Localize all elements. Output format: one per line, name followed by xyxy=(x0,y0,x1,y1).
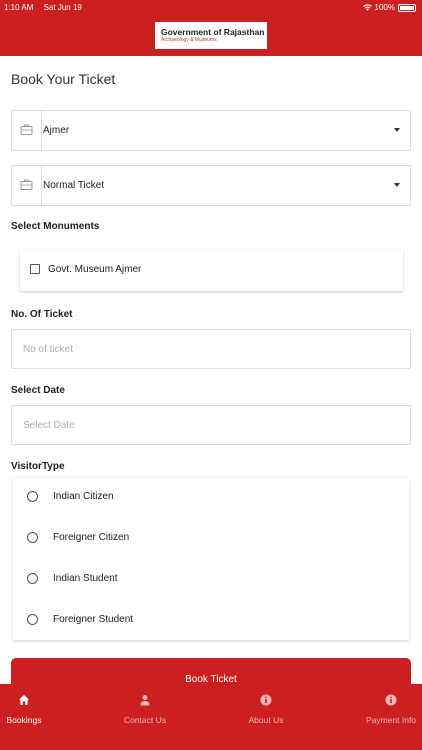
wifi-icon xyxy=(362,4,372,11)
radio-button[interactable] xyxy=(27,614,38,625)
tab-contact-us[interactable]: Contact Us xyxy=(110,684,180,750)
monument-label: Govt. Museum Ajmer xyxy=(48,264,142,275)
date-label: Select Date xyxy=(11,385,65,396)
tab-label: Payment Info xyxy=(365,715,417,725)
battery-percent: 100% xyxy=(374,3,395,12)
tab-label: Contact Us xyxy=(123,715,167,725)
logo-title: Government of Rajasthan xyxy=(161,26,265,37)
radio-button[interactable] xyxy=(27,491,38,502)
bag-icon xyxy=(20,124,33,135)
select-divider xyxy=(41,111,42,150)
radio-option-indian-student[interactable]: Indian Student xyxy=(13,560,409,600)
radio-label: Foreigner Student xyxy=(53,614,134,625)
bag-icon xyxy=(20,179,33,190)
ticket-type-select[interactable]: Normal Ticket xyxy=(11,165,411,206)
visitor-type-radio-group: Indian Citizen Foreigner Citizen Indian … xyxy=(13,478,409,640)
radio-button[interactable] xyxy=(27,573,38,584)
tab-about-us[interactable]: About Us xyxy=(236,684,296,750)
person-icon xyxy=(140,695,150,706)
radio-option-foreigner-citizen[interactable]: Foreigner Citizen xyxy=(13,519,409,559)
radio-label: Indian Citizen xyxy=(53,491,114,502)
tab-label: Bookings xyxy=(6,715,42,725)
logo-subtitle: Archaeology & Museums xyxy=(161,37,217,44)
ticket-type-select-value: Normal Ticket xyxy=(43,180,105,191)
ticket-count-input[interactable] xyxy=(11,329,411,369)
location-select-value: Ajmer xyxy=(43,125,70,136)
page-title: Book Your Ticket xyxy=(11,71,116,87)
home-icon xyxy=(19,695,29,705)
tab-label: About Us xyxy=(248,715,284,725)
radio-option-indian-citizen[interactable]: Indian Citizen xyxy=(13,478,409,518)
select-divider xyxy=(41,166,42,205)
tab-payment-info[interactable]: Payment Info xyxy=(360,684,422,750)
tab-bookings[interactable]: Bookings xyxy=(0,684,48,750)
status-time: 1:10 AM xyxy=(4,3,34,12)
app-header: 1:10 AM Sat Jun 19 100% Government of Ra… xyxy=(0,0,422,56)
monument-checkbox[interactable] xyxy=(30,264,40,274)
info-icon xyxy=(385,694,397,706)
status-bar: 1:10 AM Sat Jun 19 100% xyxy=(0,0,422,16)
info-icon xyxy=(260,694,272,706)
visitor-type-label: VisitorType xyxy=(11,461,65,472)
bottom-tab-bar: Bookings Contact Us About Us Payment Inf… xyxy=(0,684,422,750)
monuments-label: Select Monuments xyxy=(11,221,100,232)
battery-icon xyxy=(398,3,416,12)
radio-label: Indian Student xyxy=(53,573,118,584)
dropdown-arrow-icon xyxy=(394,183,400,187)
radio-label: Foreigner Citizen xyxy=(53,532,130,543)
ticket-count-label: No. Of Ticket xyxy=(11,309,73,320)
radio-button[interactable] xyxy=(27,532,38,543)
radio-option-foreigner-student[interactable]: Foreigner Student xyxy=(13,601,409,641)
location-select[interactable]: Ajmer xyxy=(11,110,411,151)
monument-list-item[interactable]: Govt. Museum Ajmer xyxy=(20,249,403,291)
dropdown-arrow-icon xyxy=(394,128,400,132)
govt-rajasthan-logo: Government of Rajasthan Archaeology & Mu… xyxy=(155,22,267,49)
status-date: Sat Jun 19 xyxy=(43,3,82,12)
date-input[interactable] xyxy=(11,405,411,445)
